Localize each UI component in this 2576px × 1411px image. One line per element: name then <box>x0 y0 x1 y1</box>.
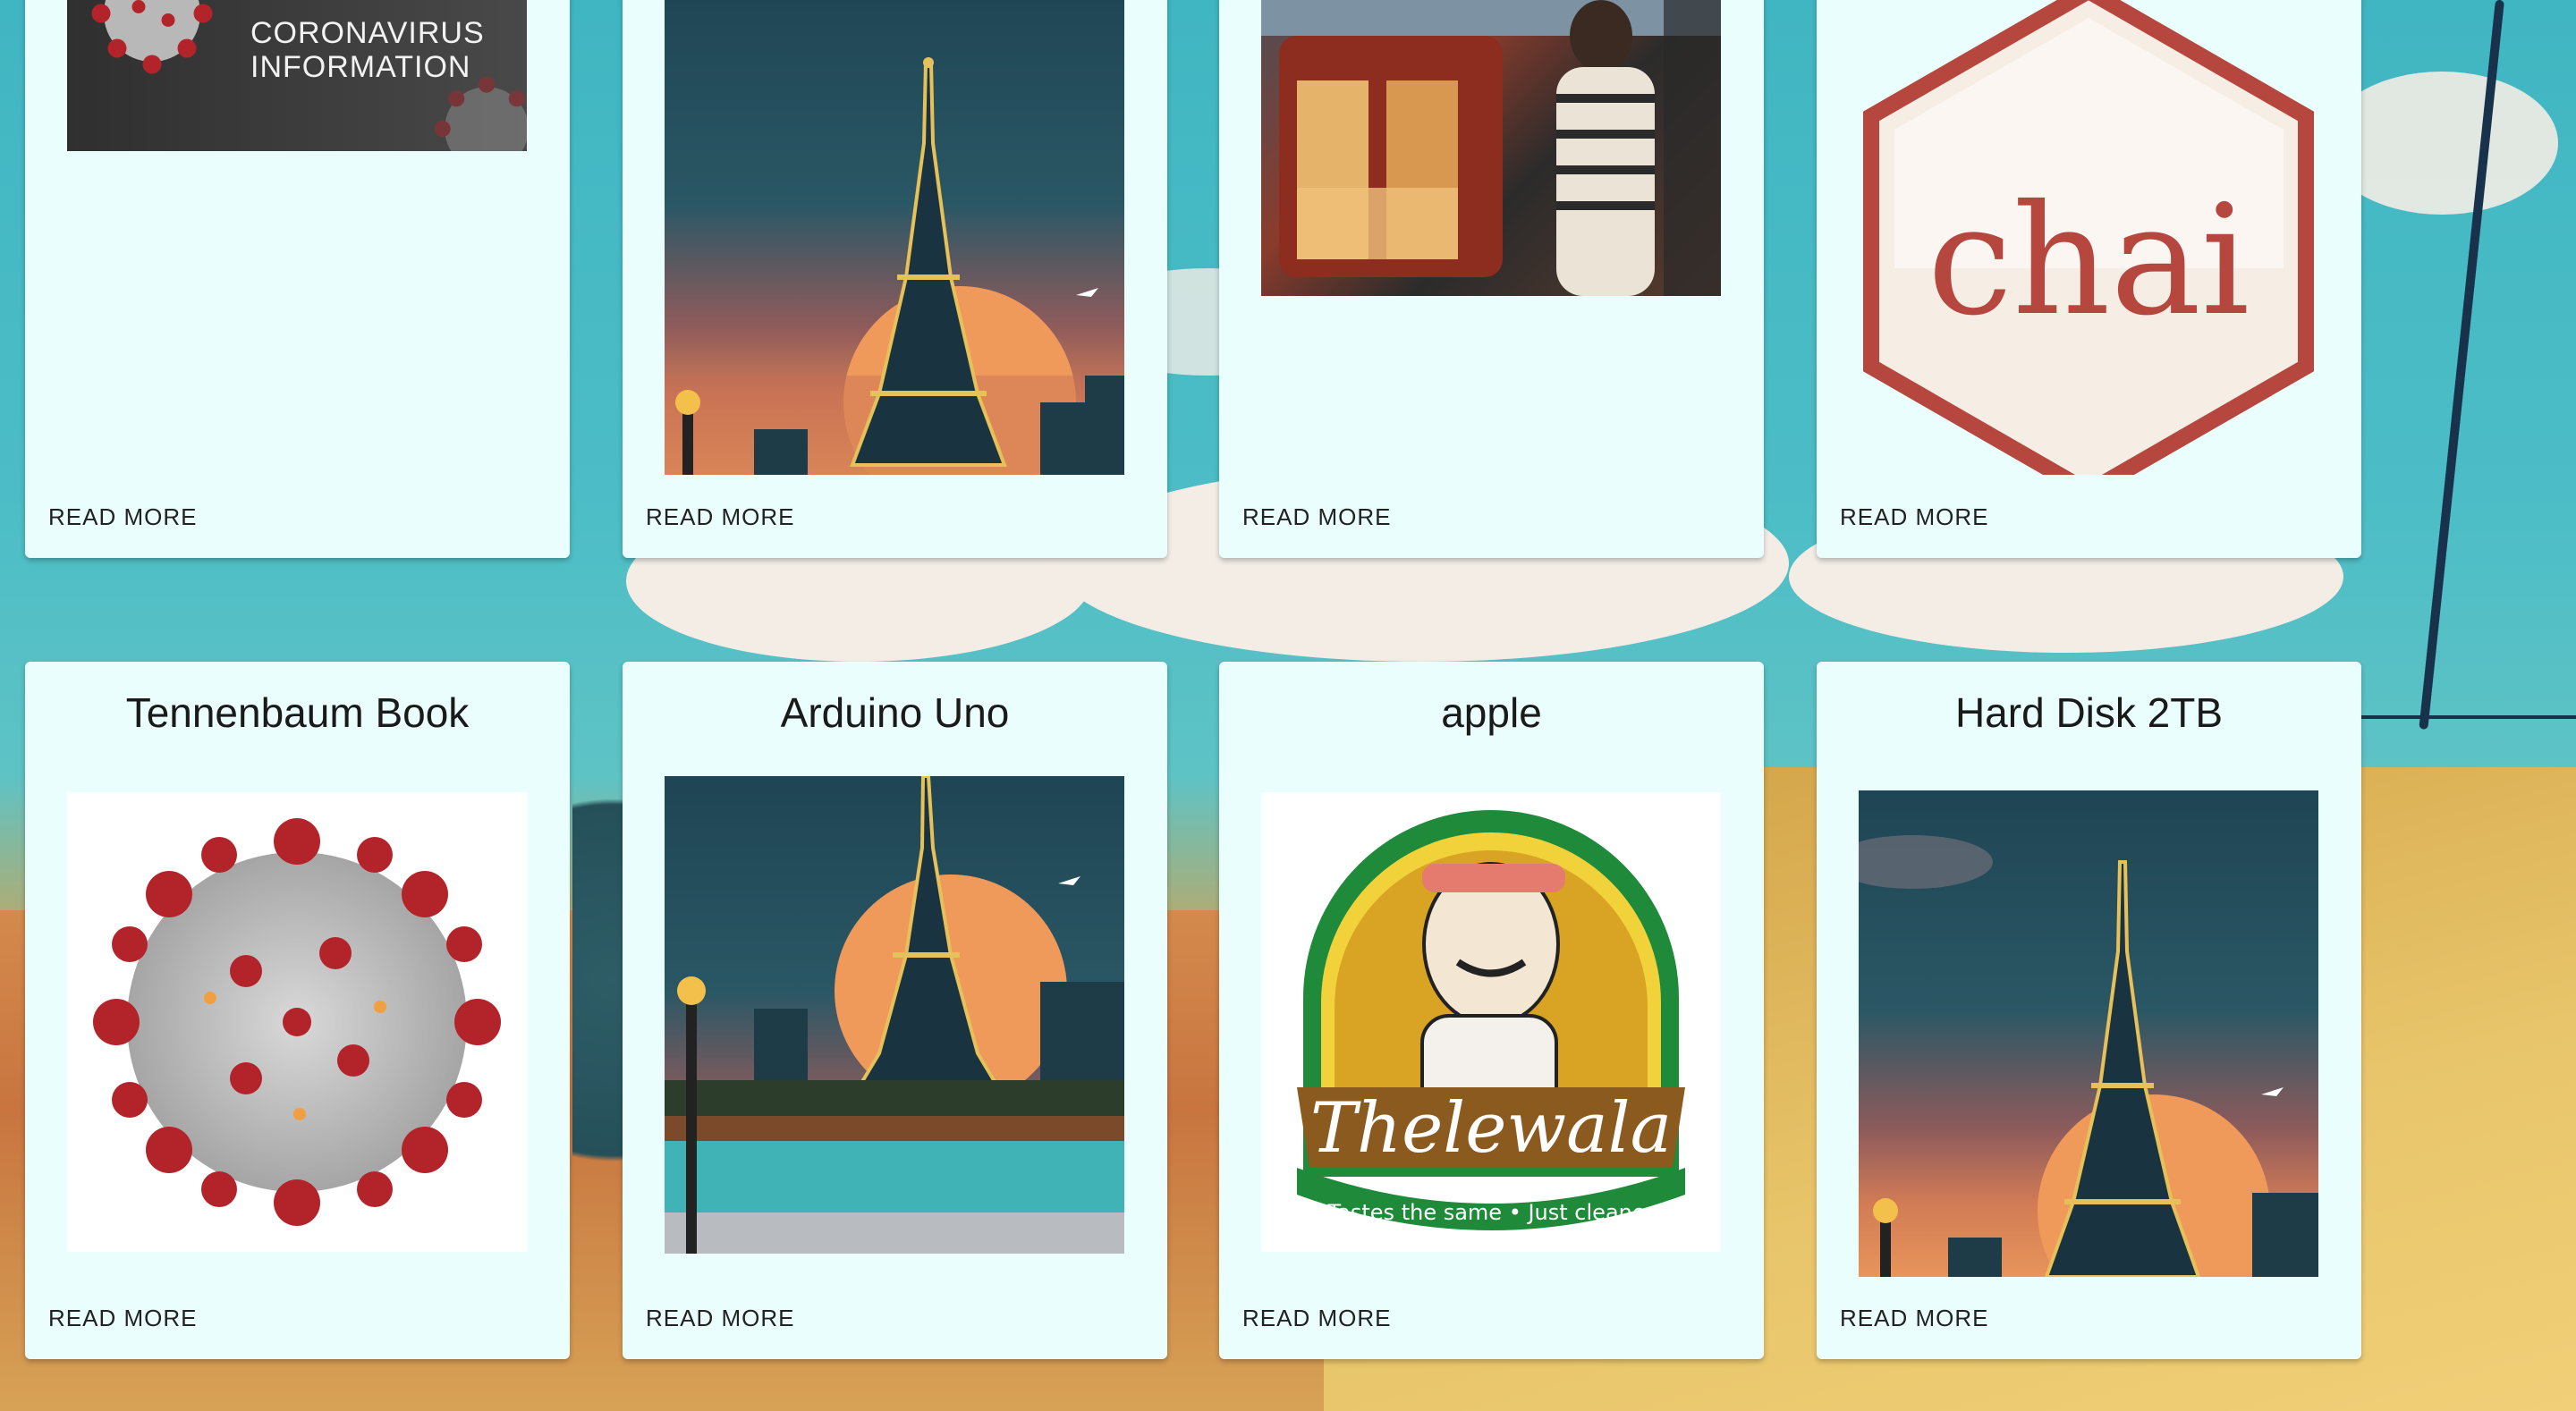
coronavirus-banner-image: CORONAVIRUS INFORMATION <box>67 0 527 151</box>
thelewala-logo-text: Thelewala <box>1310 1088 1672 1169</box>
street-vendor-image <box>1261 0 1721 296</box>
paris-eiffel-image <box>1859 790 2318 1277</box>
read-more-button[interactable]: READ MORE <box>1840 1305 1988 1332</box>
read-more-button[interactable]: READ MORE <box>1242 503 1391 531</box>
product-card: CORONAVIRUS INFORMATION READ MORE <box>25 0 570 558</box>
paris-eiffel-image <box>665 0 1124 475</box>
card-title: Tennenbaum Book <box>125 689 470 736</box>
read-more-button[interactable]: READ MORE <box>48 503 197 531</box>
product-card: READ MORE <box>623 0 1167 558</box>
read-more-button[interactable]: READ MORE <box>646 1305 794 1332</box>
read-more-button[interactable]: READ MORE <box>1840 503 1988 531</box>
product-card: apple Thelewala Tastes the same • Just c… <box>1219 662 1764 1359</box>
read-more-button[interactable]: READ MORE <box>48 1305 197 1332</box>
banner-caption-line1: CORONAVIRUS <box>250 16 485 50</box>
product-card: Tennenbaum Book READ MORE <box>25 662 570 1359</box>
chai-logo-image: chai <box>1859 0 2318 475</box>
product-card: READ MORE <box>1219 0 1764 558</box>
thelewala-tagline: Tastes the same • Just cleaner <box>1326 1200 1654 1225</box>
product-card: Arduino Uno READ MORE <box>623 662 1167 1359</box>
chai-logo-text: chai <box>1928 173 2250 350</box>
read-more-button[interactable]: READ MORE <box>1242 1305 1391 1332</box>
card-title: apple <box>1441 689 1542 736</box>
coronavirus-model-image <box>67 792 527 1252</box>
product-card: chai READ MORE <box>1817 0 2361 558</box>
paris-eiffel-image <box>665 776 1124 1254</box>
product-card: Hard Disk 2TB READ MORE <box>1817 662 2361 1359</box>
card-title: Hard Disk 2TB <box>1954 689 2224 736</box>
card-title: Arduino Uno <box>780 689 1010 736</box>
thelewala-logo-image: Thelewala Tastes the same • Just cleaner <box>1261 792 1721 1252</box>
read-more-button[interactable]: READ MORE <box>646 503 794 531</box>
